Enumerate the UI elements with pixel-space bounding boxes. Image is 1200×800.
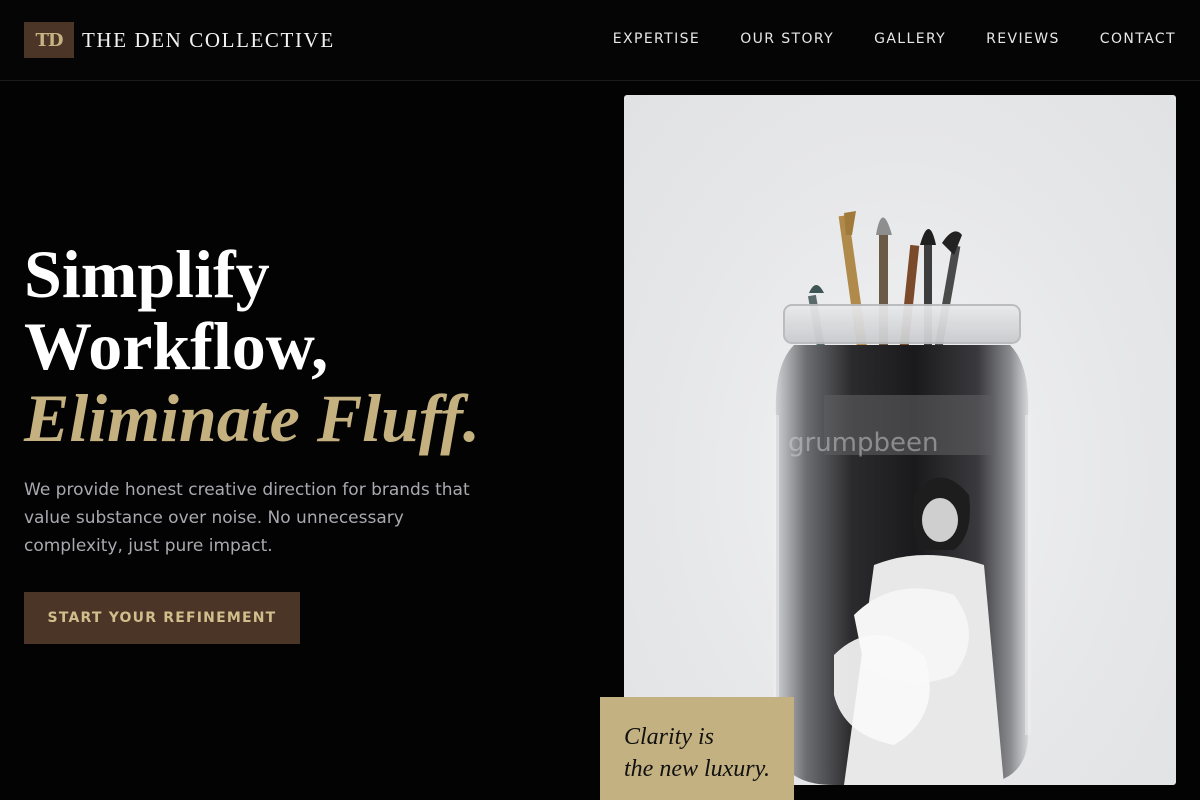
glass-jar: grumpbeen — [773, 304, 1031, 785]
start-refinement-button[interactable]: START YOUR REFINEMENT — [24, 592, 300, 644]
nav-item-contact[interactable]: CONTACT — [1100, 31, 1176, 47]
nav-item-expertise[interactable]: EXPERTISE — [613, 31, 700, 47]
feature-image: grumpbeen — [624, 95, 1176, 785]
quote-text: Clarity is the new luxury. — [624, 724, 770, 782]
hero-title-line2: Workflow, — [24, 308, 329, 384]
hero-description: We provide honest creative direction for… — [24, 480, 470, 556]
main-nav: EXPERTISE OUR STORY GALLERY REVIEWS CONT… — [573, 31, 1176, 47]
hero-title-accent: Eliminate Fluff. — [24, 380, 480, 456]
quote-card: Clarity is the new luxury. — [600, 697, 794, 800]
jar-illustration: grumpbeen — [773, 211, 1031, 785]
hero-title: Simplify Workflow, Eliminate Fluff. — [24, 238, 584, 454]
nav-item-reviews[interactable]: REVIEWS — [986, 31, 1060, 47]
watermark-text: grumpbeen — [788, 428, 938, 458]
brand-name: THE DEN COLLECTIVE — [82, 27, 335, 52]
nav-item-gallery[interactable]: GALLERY — [874, 31, 946, 47]
nav-item-our-story[interactable]: OUR STORY — [740, 31, 834, 47]
hero-title-line1: Simplify — [24, 236, 270, 312]
site-header: TD THE DEN COLLECTIVE EXPERTISE OUR STOR… — [0, 0, 1200, 81]
logo[interactable]: TD THE DEN COLLECTIVE — [24, 22, 335, 58]
logo-mark: TD — [24, 22, 74, 58]
